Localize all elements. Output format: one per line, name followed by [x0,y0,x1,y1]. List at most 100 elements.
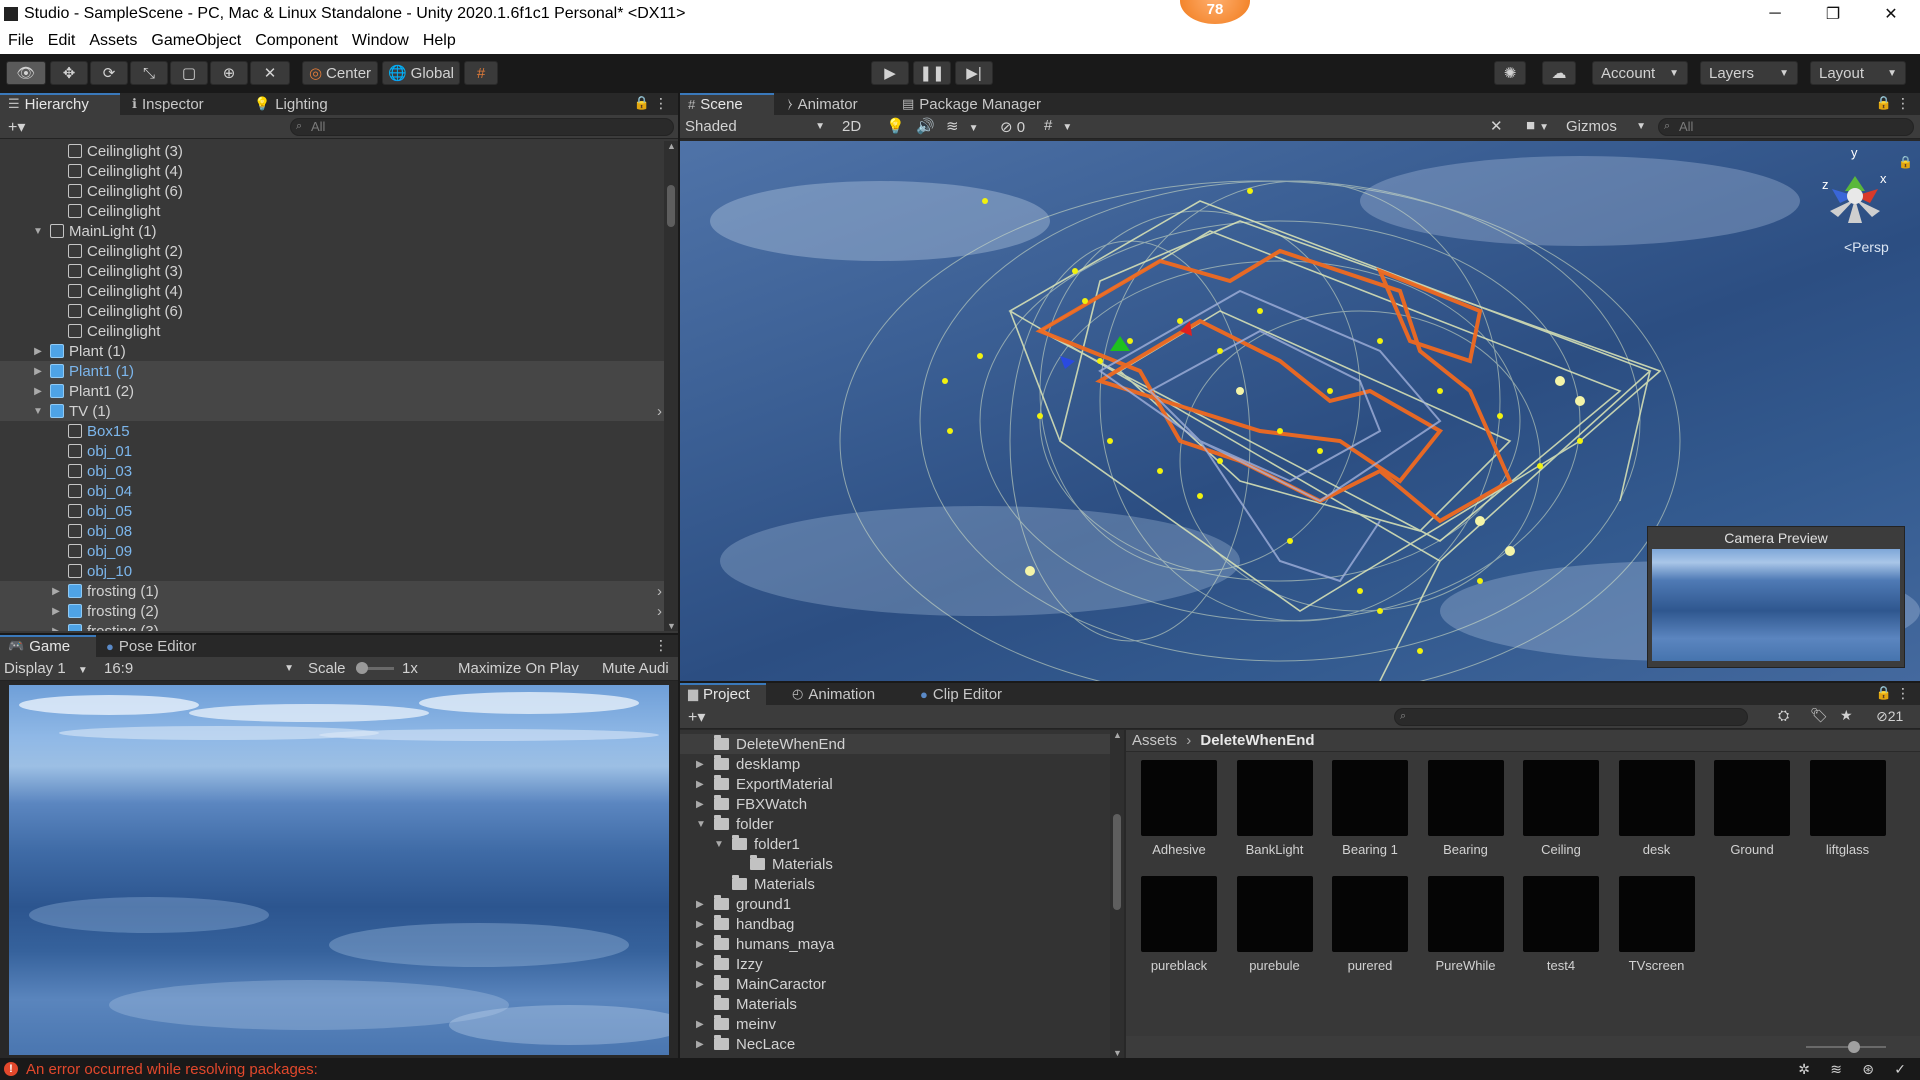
expand-right-icon[interactable]: ▶ [696,779,710,790]
expand-down-icon[interactable]: ▼ [714,839,728,850]
hierarchy-row[interactable]: obj_08 [0,521,664,541]
expand-right-icon[interactable]: ▶ [50,626,62,632]
hierarchy-search-input[interactable]: All [290,118,674,136]
lock-icon[interactable]: 🔒 [1876,685,1892,701]
favorites-button[interactable]: ★ [1840,707,1853,724]
folder-row[interactable]: ▶ NecLace [680,1034,1110,1054]
toggle-2d-button[interactable]: 2D [842,118,861,135]
expand-right-icon[interactable]: ▶ [696,799,710,810]
folder-tree-scrollbar[interactable]: ▲ ▼ [1110,730,1124,1058]
menu-assets[interactable]: Assets [89,32,137,50]
icon-size-slider[interactable] [1806,1046,1886,1048]
perspective-toggle[interactable]: <Persp [1844,239,1889,255]
hierarchy-row[interactable]: Ceilinglight (4) [0,281,664,301]
layout-dropdown[interactable]: Layout ▼ [1810,61,1906,85]
hierarchy-row[interactable]: ▶ frosting (3) [0,621,664,631]
hidden-objects-toggle[interactable]: ⊘ 0 [1000,118,1025,136]
breadcrumb-assets[interactable]: Assets [1132,732,1177,749]
folder-row[interactable]: ▶ MainCaractor [680,974,1110,994]
breadcrumb-current[interactable]: DeleteWhenEnd [1200,732,1314,749]
scene-lighting-toggle[interactable]: 💡 [886,117,905,135]
space-global-button[interactable]: 🌐 Global [382,61,460,85]
menu-window[interactable]: Window [352,32,409,50]
hierarchy-row[interactable]: Ceilinglight (6) [0,181,664,201]
material-asset[interactable]: TVscreen [1612,876,1702,973]
menu-edit[interactable]: Edit [48,32,76,50]
hierarchy-row[interactable]: ▶ frosting (2) › [0,601,664,621]
debug-icon[interactable]: ✲ [1798,1061,1810,1078]
shading-dropdown[interactable]: Shaded ▼ [685,118,825,135]
collab-button[interactable]: ✺ [1494,61,1526,85]
hierarchy-row[interactable]: ▶ Plant (1) [0,341,664,361]
icon-size-slider-thumb[interactable] [1848,1041,1860,1053]
step-button[interactable]: ▶| [955,61,993,85]
lock-icon[interactable]: 🔒 [634,95,650,111]
expand-down-icon[interactable]: ▼ [32,406,44,417]
scroll-up-icon[interactable]: ▲ [1113,730,1122,740]
material-asset[interactable]: Ground [1707,760,1797,857]
hierarchy-row[interactable]: Ceilinglight [0,201,664,221]
tab-pose-editor[interactable]: ● Pose Editor [98,635,238,657]
expand-right-icon[interactable]: ▶ [696,759,710,770]
aspect-dropdown[interactable]: 16:9 ▼ [104,660,294,677]
folder-row[interactable]: ▶ handbag [680,914,1110,934]
folder-tree-scroll-thumb[interactable] [1113,814,1121,910]
folder-row[interactable]: ▶ humans_maya [680,934,1110,954]
tab-hierarchy[interactable]: ☰ Hierarchy [0,93,120,115]
menu-component[interactable]: Component [255,32,338,50]
material-asset[interactable]: Adhesive [1134,760,1224,857]
hierarchy-row[interactable]: obj_09 [0,541,664,561]
minimize-button[interactable]: ─ [1746,0,1804,28]
rotate-tool-button[interactable]: ⟳ [90,61,128,85]
transform-tool-button[interactable]: ⊕ [210,61,248,85]
open-prefab-icon[interactable]: › [657,583,662,600]
material-asset[interactable]: Ceiling [1516,760,1606,857]
project-asset-browser[interactable]: Assets › DeleteWhenEnd Adhesive BankLight… [1126,730,1920,1058]
scene-view[interactable]: y x z <Persp 🔒 Camera Preview [680,141,1920,681]
hierarchy-row[interactable]: Ceilinglight [0,321,664,341]
material-asset[interactable]: test4 [1516,876,1606,973]
hierarchy-row[interactable]: obj_05 [0,501,664,521]
create-asset-button[interactable]: +▾ [688,707,705,727]
expand-right-icon[interactable]: ▶ [696,979,710,990]
rect-tool-button[interactable]: ▢ [170,61,208,85]
folder-row[interactable]: ▶ ground1 [680,894,1110,914]
material-asset[interactable]: pureblack [1134,876,1224,973]
material-asset[interactable]: PureWhile [1421,876,1511,973]
cloud-button[interactable]: ☁ [1542,61,1576,85]
hierarchy-row[interactable]: ▶ Plant1 (1) [0,361,664,381]
check-icon[interactable]: ✓ [1894,1061,1906,1078]
material-asset[interactable]: purered [1325,876,1415,973]
display-dropdown[interactable]: Display 1 ▼ [4,660,88,677]
hierarchy-row[interactable]: Ceilinglight (4) [0,161,664,181]
folder-row[interactable]: DeleteWhenEnd [680,734,1110,754]
pivot-center-button[interactable]: ◎ Center [302,61,378,85]
hidden-packages-toggle[interactable]: ⊘21 [1876,708,1903,725]
status-error-message[interactable]: An error occurred while resolving packag… [26,1061,318,1078]
hierarchy-row[interactable]: ▶ Plant1 (2) [0,381,664,401]
expand-right-icon[interactable]: ▶ [696,919,710,930]
hierarchy-row[interactable]: obj_03 [0,461,664,481]
tab-clip-editor[interactable]: ● Clip Editor [912,683,1032,705]
tab-package-manager[interactable]: ▤ Package Manager [894,93,1064,115]
camera-preview-window[interactable]: Camera Preview [1647,526,1905,668]
folder-row[interactable]: ▼ folder1 [680,834,1110,854]
filter-type-button[interactable]: ⛭ [1778,707,1789,724]
scene-effects-toggle[interactable]: ≋ ▼ [946,117,978,135]
hierarchy-row[interactable]: Ceilinglight (6) [0,301,664,321]
menu-gameobject[interactable]: GameObject [151,32,241,50]
grid-snap-button[interactable]: # [464,61,498,85]
scroll-down-icon[interactable]: ▼ [1113,1048,1122,1058]
tab-animation[interactable]: ◴ Animation [784,683,894,705]
material-asset[interactable]: desk [1612,760,1702,857]
move-tool-button[interactable]: ✥ [50,61,88,85]
material-asset[interactable]: Bearing [1421,760,1511,857]
score-badge[interactable]: 78 [1180,0,1250,24]
grid-toggle[interactable]: # ▼ [1044,117,1072,134]
kebab-menu-icon[interactable]: ⋮ [654,95,668,112]
hierarchy-row[interactable]: Box15 [0,421,664,441]
expand-right-icon[interactable]: ▶ [696,1019,710,1030]
maximize-on-play-toggle[interactable]: Maximize On Play [458,660,579,677]
hierarchy-row[interactable]: Ceilinglight (2) [0,241,664,261]
expand-right-icon[interactable]: ▶ [32,346,44,357]
